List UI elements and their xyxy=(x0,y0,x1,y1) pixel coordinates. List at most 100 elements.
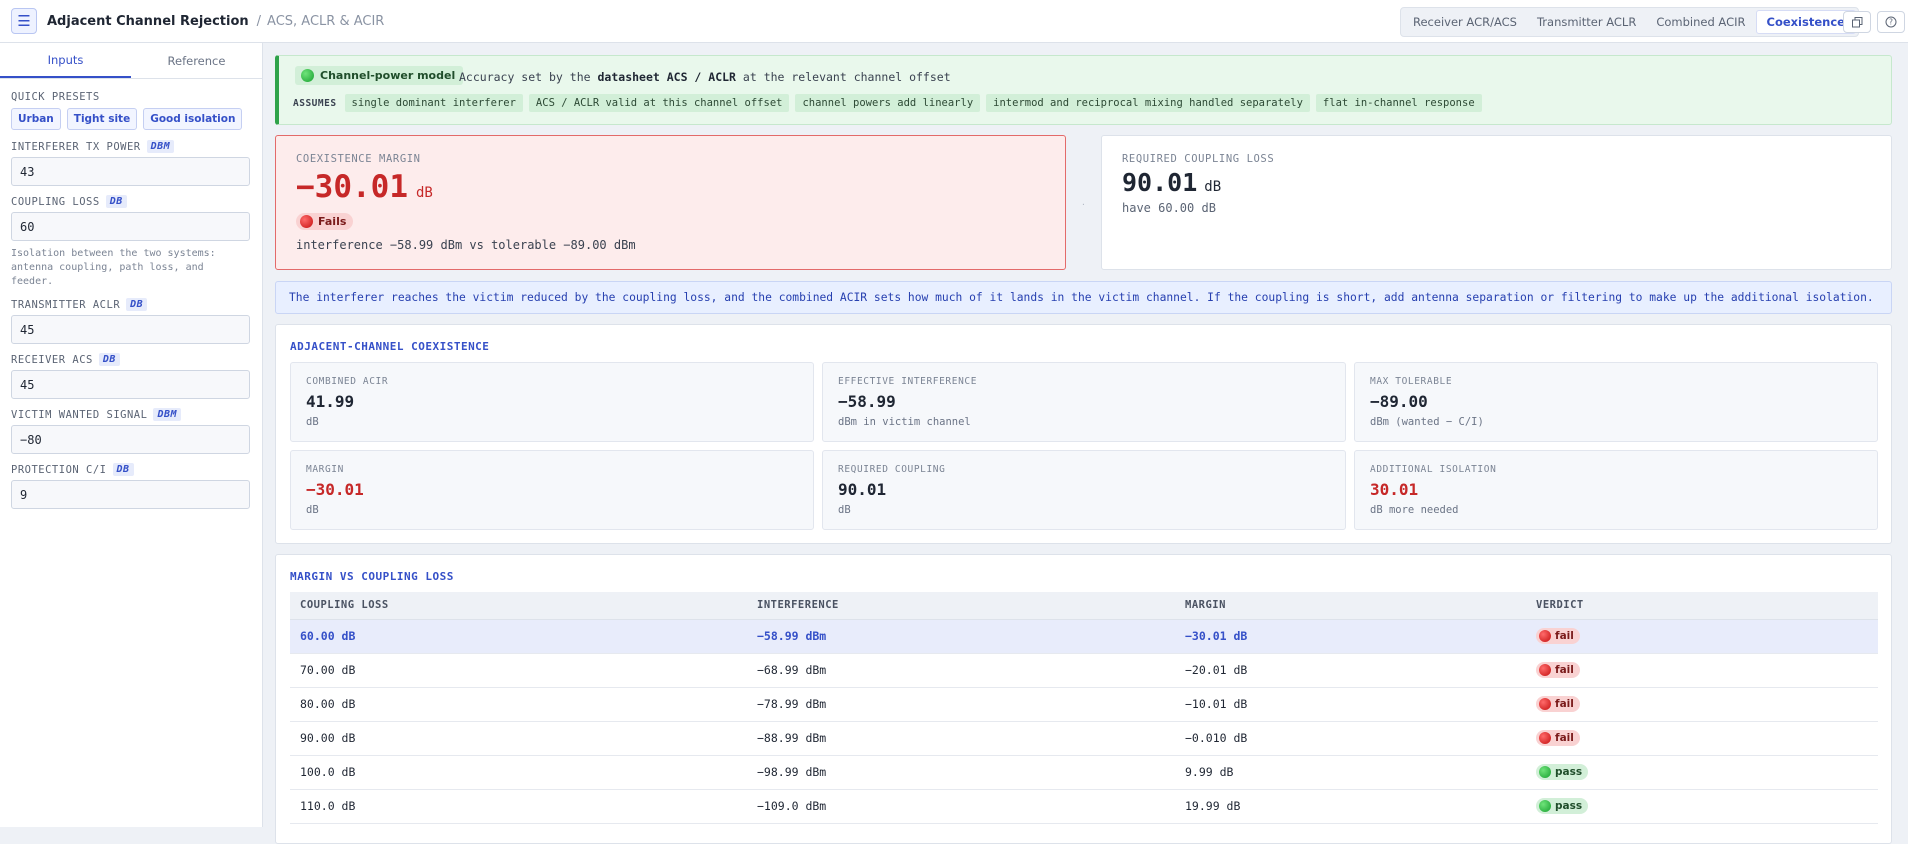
metric-value: 90.01 xyxy=(838,480,887,499)
coupling-cell: 100.0 dB xyxy=(290,755,747,790)
sweep-table: COUPLING LOSS INTERFERENCE MARGIN VERDIC… xyxy=(290,592,1878,824)
protection-ci-label: PROTECTION C/I DB xyxy=(11,463,251,476)
assumption-chip: ACS / ACLR valid at this channel offset xyxy=(528,94,790,112)
verdict-label: fail xyxy=(1555,697,1574,710)
table-row[interactable]: 80.00 dB −78.99 dBm −10.01 dB fail xyxy=(290,687,1878,722)
model-text-prefix: Accuracy set by the xyxy=(459,70,591,84)
metric-sub: dBm in victim channel xyxy=(838,416,971,428)
coupling-loss-help: Isolation between the two systems: anten… xyxy=(11,248,216,287)
metric-value: −30.01 xyxy=(306,480,364,499)
coupling-loss-input[interactable]: 60 xyxy=(11,212,250,241)
sweep-title: MARGIN VS COUPLING LOSS xyxy=(290,570,454,583)
help-button[interactable]: ? xyxy=(1877,11,1905,33)
interferer-tx-power-input[interactable]: 43 xyxy=(11,157,250,186)
copy-button[interactable] xyxy=(1843,11,1871,33)
sidebar: Inputs Reference QUICK PRESETS Urban Tig… xyxy=(0,43,263,827)
status-badge: Fails xyxy=(296,213,354,230)
tab-transmitter-aclr[interactable]: Transmitter ACLR xyxy=(1527,10,1646,34)
metric-sub: dBm (wanted − C/I) xyxy=(1370,416,1484,428)
metric-additional-isolation: ADDITIONAL ISOLATION 30.01 dB more neede… xyxy=(1354,450,1878,530)
receiver-acs-input[interactable]: 45 xyxy=(11,370,250,399)
coupling-cell: 60.00 dB xyxy=(290,619,747,654)
status-badge-label: Fails xyxy=(318,215,347,228)
app-subtitle-text: ACS, ACLR & ACIR xyxy=(267,13,385,29)
metric-required-coupling: REQUIRED COUPLING 90.01 dB xyxy=(822,450,1346,530)
assumption-chip: intermod and reciprocal mixing handled s… xyxy=(986,94,1310,112)
unit-tag: DBM xyxy=(153,408,181,421)
protection-ci-input[interactable]: 9 xyxy=(11,480,250,509)
required-coupling-detail: have 60.00 dB xyxy=(1122,201,1216,215)
menu-button[interactable]: ☰ xyxy=(11,8,37,34)
unit-tag: DB xyxy=(98,353,120,366)
assumptions-row: ASSUMES single dominant interferer ACS /… xyxy=(293,94,1482,112)
preset-tight-site[interactable]: Tight site xyxy=(66,108,138,130)
metric-margin: MARGIN −30.01 dB xyxy=(290,450,814,530)
margin-vs-coupling-section: MARGIN VS COUPLING LOSS COUPLING LOSS IN… xyxy=(275,554,1892,844)
tab-receiver-acr-acs[interactable]: Receiver ACR/ACS xyxy=(1403,10,1527,34)
pass-dot-icon xyxy=(1539,799,1551,812)
info-note: The interferer reaches the victim reduce… xyxy=(275,281,1892,314)
preset-good-isolation[interactable]: Good isolation xyxy=(143,108,243,130)
hamburger-icon: ☰ xyxy=(17,12,31,30)
tab-coexistence[interactable]: Coexistence xyxy=(1755,10,1856,34)
sidebar-tab-inputs[interactable]: Inputs xyxy=(0,43,131,78)
table-row[interactable]: 100.0 dB −98.99 dBm 9.99 dB pass xyxy=(290,755,1878,790)
column-header: VERDICT xyxy=(1526,592,1878,620)
status-dot-icon xyxy=(301,69,314,82)
field-label-text: PROTECTION C/I xyxy=(11,463,107,476)
transmitter-aclr-label: TRANSMITTER ACLR DB xyxy=(11,298,251,311)
verdict-cell: fail xyxy=(1526,687,1878,722)
table-row[interactable]: 110.0 dB −109.0 dBm 19.99 dB pass xyxy=(290,789,1878,824)
verdict-cell: fail xyxy=(1526,653,1878,688)
metric-value: 41.99 xyxy=(306,392,355,411)
app-header: ☰ Adjacent Channel Rejection / ACS, ACLR … xyxy=(0,0,1908,43)
tab-combined-acir[interactable]: Combined ACIR xyxy=(1646,10,1755,34)
transmitter-aclr-input[interactable]: 45 xyxy=(11,315,250,344)
assumption-chip: single dominant interferer xyxy=(344,94,523,112)
model-description: Accuracy set by the datasheet ACS / ACLR… xyxy=(459,70,951,84)
margin-cell: 19.99 dB xyxy=(1175,789,1526,824)
coupling-cell: 90.00 dB xyxy=(290,721,747,756)
metric-caption: COMBINED ACIR xyxy=(306,376,389,387)
preset-urban[interactable]: Urban xyxy=(11,108,61,130)
metric-value: −89.00 xyxy=(1370,392,1428,411)
sidebar-tab-reference[interactable]: Reference xyxy=(131,43,262,78)
model-banner: Channel-power model Accuracy set by the … xyxy=(275,55,1892,125)
metric-sub: dB xyxy=(838,504,851,516)
pass-dot-icon xyxy=(1539,765,1551,778)
table-row[interactable]: 90.00 dB −88.99 dBm −0.010 dB fail xyxy=(290,721,1878,756)
table-row[interactable]: 70.00 dB −68.99 dBm −20.01 dB fail xyxy=(290,653,1878,688)
margin-caption: COEXISTENCE MARGIN xyxy=(296,153,421,165)
field-label-text: RECEIVER ACS xyxy=(11,353,93,366)
field-label-text: VICTIM WANTED SIGNAL xyxy=(11,408,148,421)
coexistence-section: ADJACENT-CHANNEL COEXISTENCE COMBINED AC… xyxy=(275,324,1892,544)
margin-cell: 9.99 dB xyxy=(1175,755,1526,790)
victim-wanted-signal-label: VICTIM WANTED SIGNAL DBM xyxy=(11,408,251,421)
required-coupling-unit: dB xyxy=(1204,179,1222,195)
verdict-label: fail xyxy=(1555,663,1574,676)
interferer-tx-power-label: INTERFERER TX POWER DBM xyxy=(11,140,251,153)
interference-cell: −109.0 dBm xyxy=(747,789,1175,824)
column-header: COUPLING LOSS xyxy=(290,592,747,620)
required-coupling-value-row: 90.01 dB xyxy=(1122,168,1221,197)
model-text-suffix: at the relevant channel offset xyxy=(742,70,951,84)
verdict-badge: fail xyxy=(1536,661,1580,678)
unit-tag: DB xyxy=(112,463,134,476)
verdict-label: pass xyxy=(1555,799,1583,812)
coupling-cell: 80.00 dB xyxy=(290,687,747,722)
victim-wanted-signal-input[interactable]: −80 xyxy=(11,425,250,454)
verdict-cell: fail xyxy=(1526,619,1878,654)
verdict-cell: fail xyxy=(1526,721,1878,756)
margin-value: −30.01 xyxy=(296,169,408,205)
metric-sub: dB xyxy=(306,416,319,428)
coupling-cell: 110.0 dB xyxy=(290,789,747,824)
verdict-cell: pass xyxy=(1526,755,1878,790)
margin-cell: −0.010 dB xyxy=(1175,721,1526,756)
preset-row: Urban Tight site Good isolation xyxy=(11,108,251,130)
table-row-current[interactable]: 60.00 dB −58.99 dBm −30.01 dB fail xyxy=(290,619,1878,654)
verdict-label: pass xyxy=(1555,765,1583,778)
fail-dot-icon xyxy=(300,215,313,228)
interference-cell: −78.99 dBm xyxy=(747,687,1175,722)
margin-detail: interference −58.99 dBm vs tolerable −89… xyxy=(296,238,636,252)
assumption-chip: flat in-channel response xyxy=(1315,94,1482,112)
